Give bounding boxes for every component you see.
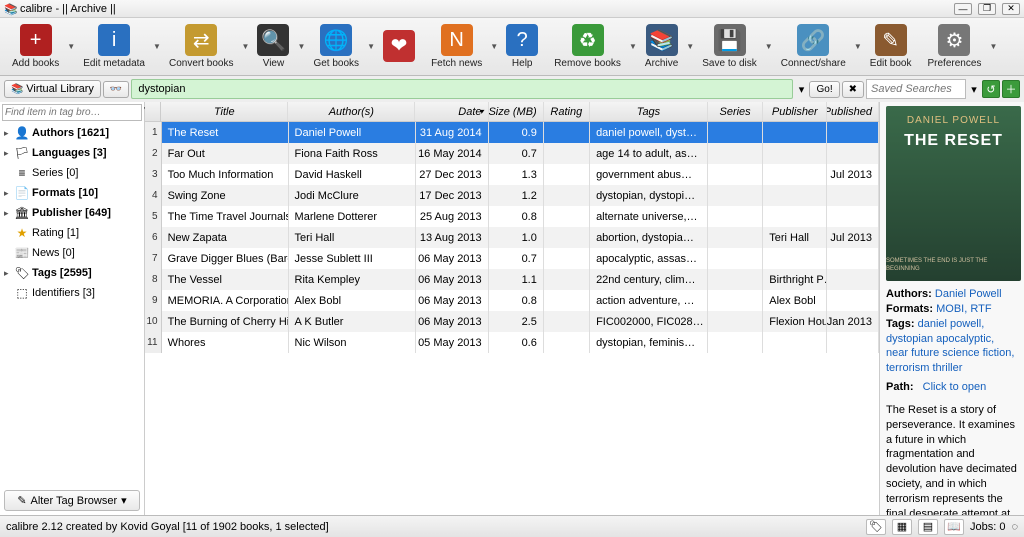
search-dropdown-icon[interactable]: ▾ <box>795 83 807 96</box>
col-publisher[interactable]: Publisher <box>763 102 827 121</box>
col-date[interactable]: Date▾ <box>415 102 488 121</box>
layout-grid-button[interactable]: ▤ <box>918 519 938 535</box>
sidebar-item[interactable]: ▸🏛Publisher [649] <box>0 203 144 223</box>
grid-header: Title Author(s) Date▾ Size (MB) Rating T… <box>145 102 879 122</box>
col-title[interactable]: Title <box>161 102 288 121</box>
row-number-header <box>145 102 161 121</box>
toolbar-donate[interactable]: ❤ <box>375 20 423 73</box>
toolbar-drop[interactable]: ▼ <box>854 20 862 73</box>
save-search-button[interactable]: ↺ <box>982 80 1000 98</box>
table-row[interactable]: 7Grave Digger Blues (Bare Bones Edi…Jess… <box>145 248 879 269</box>
table-row[interactable]: 4Swing ZoneJodi McClure17 Dec 20131.2dys… <box>145 185 879 206</box>
book-details-panel: DANIEL POWELL THE RESET SOMETIMES THE EN… <box>879 102 1024 515</box>
table-row[interactable]: 1The ResetDaniel Powell31 Aug 20140.9dan… <box>145 122 879 143</box>
toolbar-drop[interactable]: ▼ <box>629 20 637 73</box>
toolbar-drop[interactable]: ▼ <box>989 20 997 73</box>
toolbar-edit-metadata[interactable]: iEdit metadata <box>75 20 153 73</box>
toolbar-fetch-news[interactable]: NFetch news <box>423 20 490 73</box>
toolbar-preferences[interactable]: ⚙Preferences <box>920 20 990 73</box>
clear-search-button[interactable]: ✖ <box>842 81 864 98</box>
tag-browser: ▾ Find ▸👤Authors [1621]▸🏳Languages [3]≡S… <box>0 102 145 515</box>
binoculars-button[interactable]: 👓 <box>103 81 129 98</box>
saved-dropdown-icon[interactable]: ▾ <box>968 83 980 96</box>
main-toolbar: +Add books▼iEdit metadata▼⇄Convert books… <box>0 18 1024 76</box>
sidebar-item[interactable]: ≡Series [0] <box>0 163 144 183</box>
tag-browser-toggle[interactable]: 🏷 <box>866 519 886 535</box>
book-description: The Reset is a story of perseverance. It… <box>886 403 1018 515</box>
table-row[interactable]: 8The VesselRita Kempley06 May 20131.122n… <box>145 269 879 290</box>
minimize-button[interactable]: — <box>954 3 972 15</box>
table-row[interactable]: 2Far OutFiona Faith Ross16 May 20140.7ag… <box>145 143 879 164</box>
jobs-label[interactable]: Jobs: 0 <box>970 521 1005 533</box>
sidebar-item[interactable]: ▸🏳Languages [3] <box>0 143 144 163</box>
toolbar-help[interactable]: ?Help <box>498 20 546 73</box>
jobs-spinner-icon[interactable]: ◌ <box>1011 521 1018 533</box>
cover-title: THE RESET <box>904 130 1003 152</box>
toolbar-drop[interactable]: ▼ <box>765 20 773 73</box>
saved-searches-input[interactable] <box>866 79 966 99</box>
col-series[interactable]: Series <box>708 102 763 121</box>
toolbar-connect/share[interactable]: 🔗Connect/share <box>773 20 854 73</box>
toolbar-edit-book[interactable]: ✎Edit book <box>862 20 920 73</box>
sidebar-item[interactable]: ★Rating [1] <box>0 223 144 243</box>
sidebar-item[interactable]: ▸📄Formats [10] <box>0 183 144 203</box>
toolbar-drop[interactable]: ▼ <box>297 20 305 73</box>
table-row[interactable]: 6New ZapataTeri Hall13 Aug 20131.0aborti… <box>145 227 879 248</box>
col-published[interactable]: Published <box>827 102 879 121</box>
layout-list-button[interactable]: ▦ <box>892 519 912 535</box>
col-rating[interactable]: Rating <box>544 102 590 121</box>
table-row[interactable]: 11WhoresNic Wilson05 May 20130.6dystopia… <box>145 332 879 353</box>
book-grid: Title Author(s) Date▾ Size (MB) Rating T… <box>145 102 879 515</box>
virtual-library-button[interactable]: 📚 Virtual Library <box>4 80 101 98</box>
toolbar-get-books[interactable]: 🌐Get books <box>305 20 367 73</box>
search-row: 📚 Virtual Library 👓 ▾ Go! ✖ ▾ ↺ ＋ <box>0 76 1024 102</box>
status-text: calibre 2.12 created by Kovid Goyal [11 … <box>6 521 329 533</box>
cover-browser-toggle[interactable]: 📖 <box>944 519 964 535</box>
toolbar-convert-books[interactable]: ⇄Convert books <box>161 20 241 73</box>
cover-subtitle: SOMETIMES THE END IS JUST THE BEGINNING <box>886 257 1021 273</box>
app-icon: 📚 <box>4 3 16 15</box>
add-search-button[interactable]: ＋ <box>1002 80 1020 98</box>
table-row[interactable]: 9MEMORIA. A Corporation of LiesAlex Bobl… <box>145 290 879 311</box>
status-bar: calibre 2.12 created by Kovid Goyal [11 … <box>0 515 1024 537</box>
cover-image[interactable]: DANIEL POWELL THE RESET SOMETIMES THE EN… <box>886 106 1021 281</box>
formats-link[interactable]: MOBI, RTF <box>936 303 991 315</box>
table-row[interactable]: 10The Burning of Cherry HillA K Butler06… <box>145 311 879 332</box>
toolbar-archive[interactable]: 📚Archive <box>637 20 686 73</box>
toolbar-view[interactable]: 🔍View <box>249 20 297 73</box>
formats-label: Formats: <box>886 303 933 315</box>
search-input[interactable] <box>131 79 793 99</box>
toolbar-drop[interactable]: ▼ <box>686 20 694 73</box>
window-title: calibre - || Archive || <box>20 3 116 15</box>
toolbar-add-books[interactable]: +Add books <box>4 20 67 73</box>
tag-search-input[interactable] <box>2 104 142 121</box>
path-link[interactable]: Click to open <box>923 381 987 393</box>
sidebar-item[interactable]: ▸🏷Tags [2595] <box>0 263 144 283</box>
title-bar: 📚 calibre - || Archive || — ❐ ✕ <box>0 0 1024 18</box>
toolbar-drop[interactable]: ▼ <box>490 20 498 73</box>
maximize-button[interactable]: ❐ <box>978 3 996 15</box>
toolbar-drop[interactable]: ▼ <box>367 20 375 73</box>
tags-label: Tags: <box>886 318 915 330</box>
sidebar-item[interactable]: ▸👤Authors [1621] <box>0 123 144 143</box>
authors-label: Authors: <box>886 288 932 300</box>
col-author[interactable]: Author(s) <box>288 102 415 121</box>
alter-tag-browser-button[interactable]: ✎ Alter Tag Browser ▾ <box>4 490 140 511</box>
authors-link[interactable]: Daniel Powell <box>935 288 1002 300</box>
toolbar-save-to-disk[interactable]: 💾Save to disk <box>694 20 764 73</box>
path-label: Path: <box>886 381 914 393</box>
toolbar-drop[interactable]: ▼ <box>153 20 161 73</box>
go-button[interactable]: Go! <box>809 81 839 98</box>
col-size[interactable]: Size (MB) <box>489 102 544 121</box>
table-row[interactable]: 3Too Much InformationDavid Haskell27 Dec… <box>145 164 879 185</box>
sidebar-item[interactable]: 📰News [0] <box>0 243 144 263</box>
cover-author: DANIEL POWELL <box>907 114 1000 128</box>
toolbar-drop[interactable]: ▼ <box>241 20 249 73</box>
toolbar-drop[interactable]: ▼ <box>67 20 75 73</box>
toolbar-remove-books[interactable]: ♻Remove books <box>546 20 629 73</box>
col-tags[interactable]: Tags <box>590 102 708 121</box>
table-row[interactable]: 5The Time Travel Journals: Bridgebu…Marl… <box>145 206 879 227</box>
close-button[interactable]: ✕ <box>1002 3 1020 15</box>
sidebar-item[interactable]: ⬚Identifiers [3] <box>0 283 144 303</box>
